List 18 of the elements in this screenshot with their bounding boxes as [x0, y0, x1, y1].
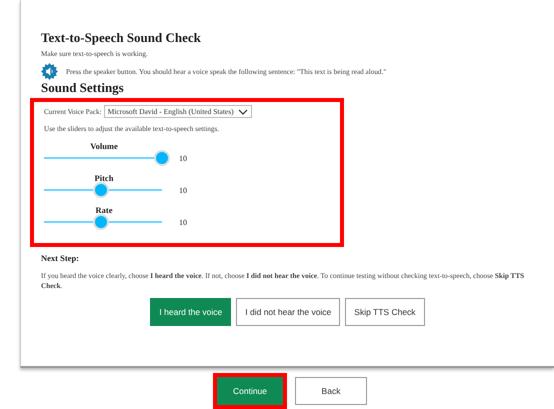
choice-button[interactable]: Skip TTS Check: [345, 298, 425, 326]
speaker-button[interactable]: [41, 63, 58, 80]
back-button[interactable]: Back: [295, 377, 367, 405]
slider-value: 10: [179, 154, 187, 162]
slider-label: Volume: [89, 141, 119, 151]
choice-button[interactable]: I heard the voice: [150, 298, 232, 326]
section-heading: Sound Settings: [41, 80, 125, 96]
chevron-icon: [238, 108, 248, 114]
page-title: Text-to-Speech Sound Check: [41, 30, 202, 46]
slider-thumb[interactable]: [94, 216, 107, 228]
slider-label: Rate: [94, 205, 114, 215]
slider-thumb[interactable]: [94, 184, 107, 196]
slider-label: Pitch: [94, 173, 114, 183]
slider-value: 10: [179, 186, 187, 194]
next-step-heading: Next Step:: [41, 253, 80, 263]
slider-value: 10: [179, 218, 187, 226]
choice-button[interactable]: I did not hear the voice: [236, 298, 340, 326]
slider-thumb[interactable]: [156, 152, 168, 164]
